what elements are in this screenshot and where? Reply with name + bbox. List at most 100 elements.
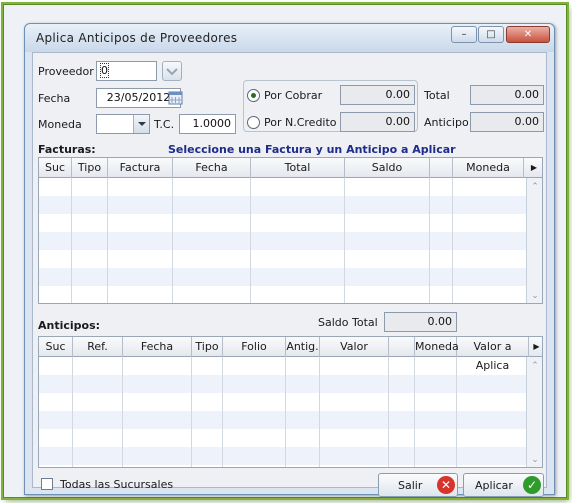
anticipos-scrollbar[interactable]: ⌃ ⌄ [526,357,542,467]
table-row[interactable] [39,375,526,393]
total-amount: 0.00 [514,88,540,101]
saldo-total-amount: 0.00 [427,315,453,328]
col-divider [122,357,123,467]
check-icon: ✓ [523,476,541,494]
table-row[interactable] [39,357,526,375]
por-ncredito-label[interactable]: Por N.Credito [264,116,337,129]
por-cobrar-amount: 0.00 [385,88,411,101]
todas-sucursales-label[interactable]: Todas las Sucursales [60,478,173,491]
window-title: Aplica Anticipos de Proveedores [36,31,238,45]
salir-button[interactable]: Salir ✕ [378,473,458,497]
scroll-up-icon[interactable]: ⌃ [529,181,541,193]
fecha-label: Fecha [38,92,71,105]
moneda-dropdown-button[interactable] [133,115,149,133]
col-divider [456,357,457,467]
col-blank[interactable] [389,337,415,357]
col-divider [414,357,415,467]
maximize-button[interactable]: □ [478,26,504,43]
col-divider [222,357,223,467]
saldo-total-value: 0.00 [384,312,457,332]
total-label: Total [424,89,450,102]
table-row[interactable] [39,429,526,447]
col-divider [72,357,73,467]
minimize-button[interactable]: – [451,26,477,43]
calendar-icon[interactable] [168,90,183,105]
table-row[interactable] [39,447,526,465]
por-cobrar-value: 0.00 [340,85,415,105]
col-divider [107,178,108,303]
col-divider [388,357,389,467]
col-factura[interactable]: Factura [108,158,173,178]
table-row[interactable] [39,393,526,411]
col-folio[interactable]: Folio [223,337,286,357]
moneda-select[interactable] [96,114,150,134]
scroll-up-icon[interactable]: ⌃ [529,360,541,372]
scroll-right-icon[interactable]: ▶ [529,337,542,357]
por-cobrar-radio[interactable] [247,89,260,102]
proveedor-value: 0 [100,63,109,78]
todas-sucursales-checkbox[interactable] [41,478,53,490]
col-valor-a-aplicar[interactable]: Valor a Aplica [457,337,529,372]
scroll-right-icon[interactable]: ▶ [524,158,542,178]
col-suc[interactable]: Suc [39,337,73,357]
maximize-icon: □ [486,29,496,40]
anticipo-amount: 0.00 [514,115,540,128]
col-divider [172,178,173,303]
col-divider [71,178,72,303]
col-moneda[interactable]: Moneda [415,337,459,357]
col-tipo[interactable]: Tipo [192,337,223,357]
col-divider [191,357,192,467]
col-suc[interactable]: Suc [39,158,72,178]
title-bar[interactable]: Aplica Anticipos de Proveedores – □ ✕ [25,24,554,52]
total-value: 0.00 [470,85,544,105]
por-ncredito-amount: 0.00 [385,115,411,128]
col-total[interactable]: Total [251,158,345,178]
aplicar-label: Aplicar [475,479,513,492]
scroll-down-icon[interactable]: ⌄ [529,454,541,466]
col-valor[interactable]: Valor [320,337,389,357]
col-divider [344,178,345,303]
tc-label: T.C. [154,118,175,131]
facturas-scrollbar[interactable]: ⌃ ⌄ [526,178,542,303]
chevron-down-icon [138,122,146,126]
facturas-label: Facturas: [38,143,96,156]
por-cobrar-label[interactable]: Por Cobrar [264,89,322,102]
proveedor-lookup-button[interactable] [162,61,182,81]
col-ref[interactable]: Ref. [73,337,123,357]
tc-value: 1.0000 [192,117,232,130]
salir-label: Salir [398,479,423,492]
dialog-window: Aplica Anticipos de Proveedores – □ ✕ Pr… [24,23,555,497]
col-fecha[interactable]: Fecha [173,158,251,178]
col-blank[interactable] [430,158,453,178]
anticipos-grid-header: Suc Ref. Fecha Tipo Folio Antig. Valor M… [39,337,542,372]
anticipo-value: 0.00 [470,112,544,132]
col-saldo[interactable]: Saldo [345,158,430,178]
col-antig[interactable]: Antig. [286,337,320,357]
col-divider [429,178,430,303]
close-button[interactable]: ✕ [506,26,550,43]
anticipos-grid[interactable]: Suc Ref. Fecha Tipo Folio Antig. Valor M… [38,336,543,468]
proveedor-input[interactable]: 0 [96,61,157,81]
tc-input[interactable]: 1.0000 [179,114,236,134]
col-fecha[interactable]: Fecha [123,337,192,357]
proveedor-label: Proveedor [38,65,94,78]
aplicar-button[interactable]: Aplicar ✓ [463,473,544,497]
scroll-down-icon[interactable]: ⌄ [529,290,541,302]
outer-frame: Aplica Anticipos de Proveedores – □ ✕ Pr… [3,4,567,498]
por-ncredito-value: 0.00 [340,112,415,132]
col-divider [452,178,453,303]
chevron-down-icon [166,68,178,76]
facturas-grid-header: Suc Tipo Factura Fecha Total Saldo Moned… [39,158,542,178]
saldo-total-label: Saldo Total [318,316,378,329]
minimize-icon: – [461,29,467,40]
col-tipo[interactable]: Tipo [72,158,108,178]
moneda-label: Moneda [38,118,82,131]
facturas-grid[interactable]: Suc Tipo Factura Fecha Total Saldo Moned… [38,157,543,304]
fecha-value: 23/05/2012 [106,91,171,104]
col-divider [250,178,251,303]
table-row[interactable] [39,411,526,429]
col-moneda[interactable]: Moneda [453,158,524,178]
por-ncredito-radio[interactable] [247,116,260,129]
instruction-heading: Seleccione una Factura y un Anticipo a A… [168,143,456,156]
dialog-body: Proveedor 0 Fecha 23/05/2012 Moneda T.C.… [32,52,547,497]
